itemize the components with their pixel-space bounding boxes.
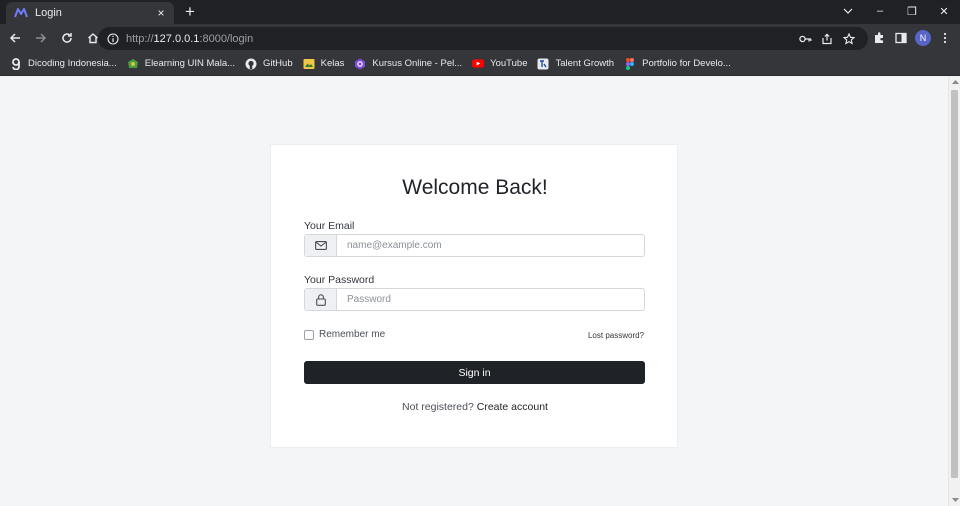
bookmark-github[interactable]: GitHub (241, 54, 297, 74)
remember-me: Remember me (304, 329, 385, 340)
bookmark-youtube[interactable]: YouTube (468, 54, 531, 74)
tab-login[interactable]: Login × (6, 2, 174, 24)
password-label: Your Password (304, 274, 375, 286)
page-scrollbar[interactable] (948, 76, 960, 506)
bookmark-star-icon[interactable] (838, 30, 860, 48)
email-field[interactable] (337, 235, 644, 256)
create-account-link[interactable]: Create account (477, 401, 548, 413)
bookmarks-bar: Dicoding Indonesia... Elearning UIN Mala… (0, 52, 960, 76)
app-logo-icon (14, 6, 28, 20)
address-bar[interactable]: http://127.0.0.1:8000/login (98, 27, 868, 50)
figma-icon (624, 57, 636, 70)
lost-password-link[interactable]: Lost password? (588, 331, 644, 340)
lock-icon (305, 289, 337, 310)
remember-checkbox[interactable] (304, 329, 314, 340)
dicoding-icon (10, 57, 22, 70)
window-controls: – ❐ ✕ (832, 0, 960, 24)
site-info-icon[interactable] (106, 32, 120, 46)
email-label: Your Email (304, 220, 355, 232)
bookmark-talent-growth[interactable]: Talent Growth (533, 54, 618, 74)
new-tab-button[interactable]: + (180, 2, 200, 22)
browser-titlebar: Login × + – ❐ ✕ (0, 0, 960, 24)
restore-button[interactable]: ❐ (896, 0, 928, 22)
bookmark-portfolio[interactable]: Portfolio for Develo... (620, 54, 735, 74)
tab-title: Login (35, 7, 62, 19)
scrollbar-thumb[interactable] (951, 90, 958, 478)
extensions-icon[interactable] (868, 27, 890, 49)
kursus-icon (354, 58, 366, 70)
remember-label[interactable]: Remember me (319, 329, 385, 340)
password-field[interactable] (337, 289, 644, 310)
side-panel-icon[interactable] (890, 27, 912, 49)
bookmark-elearning[interactable]: Elearning UIN Mala... (123, 54, 239, 74)
talent-icon (537, 58, 549, 70)
bookmark-dicoding[interactable]: Dicoding Indonesia... (6, 54, 121, 74)
not-registered-text: Not registered? (402, 401, 474, 413)
menu-icon[interactable] (934, 27, 956, 49)
forward-icon[interactable] (30, 27, 52, 49)
bookmark-kursus[interactable]: Kursus Online - Pel... (350, 54, 466, 74)
close-window-button[interactable]: ✕ (928, 0, 960, 22)
tab-search-icon[interactable] (832, 0, 864, 22)
password-input-group (304, 288, 645, 311)
browser-toolbar: http://127.0.0.1:8000/login N (0, 24, 960, 52)
scroll-down-icon[interactable] (949, 494, 960, 506)
scroll-up-icon[interactable] (949, 76, 960, 88)
youtube-icon (472, 58, 485, 70)
page-viewport: Welcome Back! Your Email Your Password R… (0, 76, 948, 506)
reload-icon[interactable] (56, 27, 78, 49)
profile-avatar[interactable]: N (912, 27, 934, 49)
email-input-group (304, 234, 645, 257)
page-title: Welcome Back! (402, 176, 548, 199)
back-icon[interactable] (4, 27, 26, 49)
minimize-button[interactable]: – (864, 0, 896, 22)
key-icon[interactable] (794, 30, 816, 48)
envelope-icon (305, 235, 337, 256)
share-icon[interactable] (816, 30, 838, 48)
github-icon (245, 58, 257, 70)
register-prompt: Not registered? Create account (271, 401, 679, 413)
login-card: Welcome Back! Your Email Your Password R… (270, 144, 678, 448)
uin-icon (127, 58, 139, 70)
url-text: http://127.0.0.1:8000/login (126, 32, 254, 45)
sign-in-button[interactable]: Sign in (304, 361, 645, 384)
tab-close-icon[interactable]: × (152, 6, 170, 20)
kelas-icon (303, 58, 315, 70)
bookmark-kelas[interactable]: Kelas (299, 54, 349, 74)
